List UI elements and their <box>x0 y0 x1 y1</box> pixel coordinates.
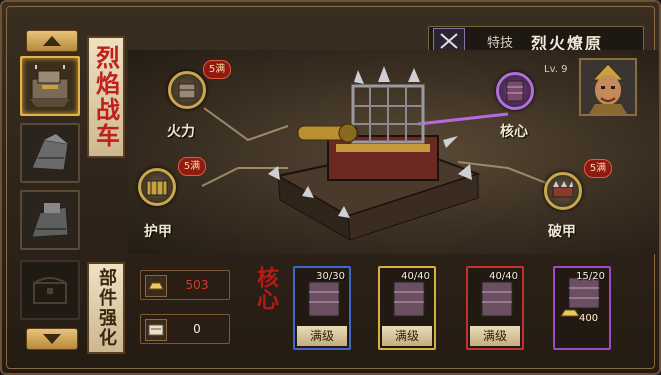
chariot-thumb-icon <box>30 65 70 107</box>
parts-upgrade-banner: 部件强化 <box>87 262 125 354</box>
scroll-down-button[interactable] <box>26 328 78 350</box>
chariot-thumb-gray-icon <box>31 134 69 171</box>
max-level-label: 满级 <box>297 326 347 346</box>
spiked-part-icon <box>552 181 574 198</box>
chariot-title: 烈焰战车 <box>91 45 121 149</box>
war-chariot-image <box>268 66 482 241</box>
core-section-text: 核心 <box>253 266 279 310</box>
skill-label: 特技 <box>487 36 514 51</box>
part-count: 40/40 <box>489 271 518 282</box>
parts-upgrade-label: 部件强化 <box>96 268 117 348</box>
part-card-gold[interactable]: 40/40 满级 <box>378 266 436 350</box>
scroll-up-button[interactable] <box>26 30 78 52</box>
chariot-slot-2[interactable] <box>20 123 80 183</box>
part-card-purple[interactable]: 15/20 400 <box>553 266 611 350</box>
chariot-slot-3[interactable] <box>20 190 80 250</box>
core-node[interactable] <box>496 72 534 110</box>
upgrade-cost: 400 <box>579 313 599 324</box>
core-part-icon <box>506 80 524 102</box>
scroll-item-icon <box>145 319 167 341</box>
chest-icon <box>33 277 67 304</box>
armor-badge: 5满 <box>178 157 206 176</box>
max-level-label: 满级 <box>470 326 520 346</box>
chariot-slot-1[interactable] <box>20 56 80 116</box>
part-count: 15/20 <box>576 271 605 282</box>
scroll-resource: 0 <box>140 314 230 344</box>
firepower-label: 火力 <box>167 124 195 140</box>
break-armor-label: 破甲 <box>548 224 576 240</box>
chariot-slot-empty[interactable] <box>20 260 80 320</box>
chariot-title-banner: 烈焰战车 <box>87 36 125 158</box>
scroll-value: 0 <box>193 322 201 336</box>
break-armor-badge: 5满 <box>584 159 612 178</box>
game-window: 烈焰战车 部件强化 特技 烈火燎原 5满 火力 5满 护甲 核心 5满 破甲 L… <box>0 0 661 375</box>
max-level-label: 满级 <box>382 326 432 346</box>
gold-value: 503 <box>185 278 209 292</box>
core-section-label: 核心 <box>250 266 279 350</box>
triangle-down-icon <box>43 334 61 344</box>
chariot-thumb-gray-icon <box>31 203 69 238</box>
gold-ingot-icon <box>145 275 167 297</box>
general-level: Lv. 9 <box>544 64 568 75</box>
break-armor-node[interactable] <box>544 172 582 210</box>
part-card-blue[interactable]: 30/30 满级 <box>293 266 351 350</box>
gold-resource: 503 <box>140 270 230 300</box>
part-card-red[interactable]: 40/40 满级 <box>466 266 524 350</box>
armor-node[interactable] <box>138 168 176 206</box>
chariot-part-icon <box>178 83 196 99</box>
triangle-up-icon <box>43 36 61 46</box>
firepower-badge: 5满 <box>203 60 231 79</box>
armor-label: 护甲 <box>144 224 172 240</box>
general-portrait[interactable] <box>579 58 637 116</box>
armor-part-icon <box>146 180 168 196</box>
part-count: 30/30 <box>316 271 345 282</box>
general-face-icon <box>581 60 635 114</box>
part-count: 40/40 <box>401 271 430 282</box>
core-node-label: 核心 <box>500 124 528 140</box>
firepower-node[interactable] <box>168 71 206 109</box>
